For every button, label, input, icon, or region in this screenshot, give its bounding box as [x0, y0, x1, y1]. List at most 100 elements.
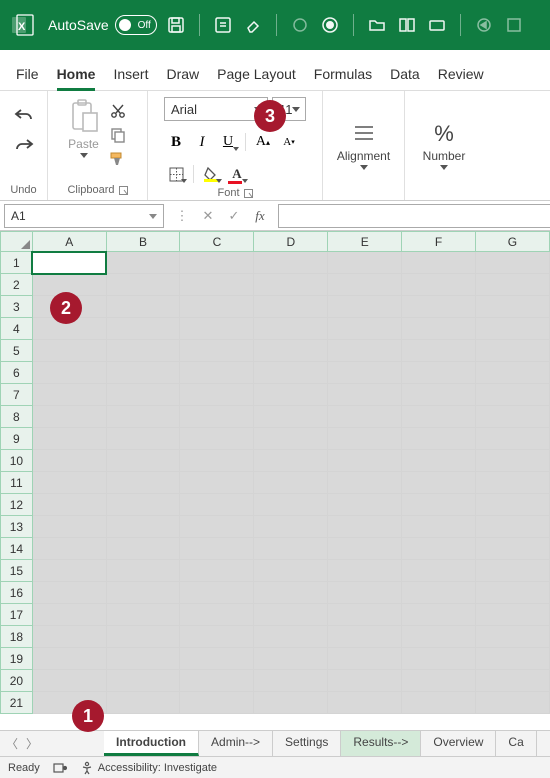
- cell-E10[interactable]: [328, 450, 402, 472]
- cell-B3[interactable]: [106, 296, 180, 318]
- row-header-4[interactable]: 4: [1, 318, 33, 340]
- cell-C15[interactable]: [180, 560, 254, 582]
- cell-A17[interactable]: [32, 604, 106, 626]
- cell-C11[interactable]: [180, 472, 254, 494]
- autosave-toggle[interactable]: AutoSave Off: [48, 15, 157, 35]
- cell-E4[interactable]: [328, 318, 402, 340]
- cell-A7[interactable]: [32, 384, 106, 406]
- cell-D6[interactable]: [254, 362, 328, 384]
- cell-C19[interactable]: [180, 648, 254, 670]
- cell-F10[interactable]: [402, 450, 476, 472]
- cell-A19[interactable]: [32, 648, 106, 670]
- sheet-nav-next[interactable]: 〉: [26, 735, 38, 752]
- row-header-8[interactable]: 8: [1, 406, 33, 428]
- cell-A8[interactable]: [32, 406, 106, 428]
- qat-icon-5[interactable]: [396, 14, 418, 36]
- cell-A1[interactable]: [32, 252, 106, 274]
- cell-C18[interactable]: [180, 626, 254, 648]
- accessibility-status[interactable]: Accessibility: Investigate: [80, 761, 217, 775]
- cell-B9[interactable]: [106, 428, 180, 450]
- format-painter-icon[interactable]: [107, 149, 129, 169]
- qat-icon-6[interactable]: [426, 14, 448, 36]
- cell-F12[interactable]: [402, 494, 476, 516]
- insert-function-icon[interactable]: fx: [248, 205, 272, 227]
- qat-icon-1[interactable]: [212, 14, 234, 36]
- row-header-5[interactable]: 5: [1, 340, 33, 362]
- cell-E7[interactable]: [328, 384, 402, 406]
- cell-D15[interactable]: [254, 560, 328, 582]
- cell-F7[interactable]: [402, 384, 476, 406]
- cell-F2[interactable]: [402, 274, 476, 296]
- shrink-font-button[interactable]: A▾: [277, 131, 301, 153]
- qat-icon-8[interactable]: [503, 14, 525, 36]
- row-header-2[interactable]: 2: [1, 274, 33, 296]
- cell-F20[interactable]: [402, 670, 476, 692]
- cell-F16[interactable]: [402, 582, 476, 604]
- cell-G16[interactable]: [475, 582, 549, 604]
- qat-eraser-icon[interactable]: [242, 14, 264, 36]
- cell-E12[interactable]: [328, 494, 402, 516]
- underline-button[interactable]: U: [216, 131, 240, 153]
- cell-B1[interactable]: [106, 252, 180, 274]
- cell-F19[interactable]: [402, 648, 476, 670]
- row-header-21[interactable]: 21: [1, 692, 33, 714]
- cell-E20[interactable]: [328, 670, 402, 692]
- cell-E19[interactable]: [328, 648, 402, 670]
- cell-G11[interactable]: [475, 472, 549, 494]
- cell-D2[interactable]: [254, 274, 328, 296]
- cell-D9[interactable]: [254, 428, 328, 450]
- cut-icon[interactable]: [107, 101, 129, 121]
- cell-B17[interactable]: [106, 604, 180, 626]
- row-header-13[interactable]: 13: [1, 516, 33, 538]
- cell-B21[interactable]: [106, 692, 180, 714]
- qat-folder-icon[interactable]: [366, 14, 388, 36]
- cell-F9[interactable]: [402, 428, 476, 450]
- row-header-19[interactable]: 19: [1, 648, 33, 670]
- cell-C17[interactable]: [180, 604, 254, 626]
- cell-A18[interactable]: [32, 626, 106, 648]
- row-header-10[interactable]: 10: [1, 450, 33, 472]
- cell-D18[interactable]: [254, 626, 328, 648]
- cell-G2[interactable]: [475, 274, 549, 296]
- macro-recorder-icon[interactable]: [52, 761, 68, 775]
- row-header-17[interactable]: 17: [1, 604, 33, 626]
- cell-G1[interactable]: [475, 252, 549, 274]
- cell-G3[interactable]: [475, 296, 549, 318]
- cell-F21[interactable]: [402, 692, 476, 714]
- cell-B8[interactable]: [106, 406, 180, 428]
- cell-G8[interactable]: [475, 406, 549, 428]
- cell-D13[interactable]: [254, 516, 328, 538]
- cell-C3[interactable]: [180, 296, 254, 318]
- cell-F3[interactable]: [402, 296, 476, 318]
- cell-E8[interactable]: [328, 406, 402, 428]
- tab-file[interactable]: File: [16, 60, 39, 90]
- cell-C8[interactable]: [180, 406, 254, 428]
- cell-G12[interactable]: [475, 494, 549, 516]
- cell-B5[interactable]: [106, 340, 180, 362]
- cell-D21[interactable]: [254, 692, 328, 714]
- cell-G18[interactable]: [475, 626, 549, 648]
- cell-G21[interactable]: [475, 692, 549, 714]
- cancel-formula-icon[interactable]: ✕: [196, 205, 220, 227]
- row-header-6[interactable]: 6: [1, 362, 33, 384]
- cell-D14[interactable]: [254, 538, 328, 560]
- cell-B6[interactable]: [106, 362, 180, 384]
- row-header-3[interactable]: 3: [1, 296, 33, 318]
- cell-F6[interactable]: [402, 362, 476, 384]
- spreadsheet-grid[interactable]: ABCDEFG123456789101112131415161718192021: [0, 231, 550, 714]
- tab-draw[interactable]: Draw: [166, 60, 199, 90]
- qat-icon-7[interactable]: [473, 14, 495, 36]
- cell-A16[interactable]: [32, 582, 106, 604]
- row-header-18[interactable]: 18: [1, 626, 33, 648]
- tab-review[interactable]: Review: [438, 60, 484, 90]
- fill-color-button[interactable]: [199, 163, 223, 185]
- cell-C5[interactable]: [180, 340, 254, 362]
- bold-button[interactable]: B: [164, 131, 188, 153]
- alignment-button[interactable]: Alignment: [329, 97, 398, 194]
- cell-B2[interactable]: [106, 274, 180, 296]
- cell-D5[interactable]: [254, 340, 328, 362]
- tab-page-layout[interactable]: Page Layout: [217, 60, 296, 90]
- cell-F13[interactable]: [402, 516, 476, 538]
- enter-formula-icon[interactable]: ✓: [222, 205, 246, 227]
- cell-F18[interactable]: [402, 626, 476, 648]
